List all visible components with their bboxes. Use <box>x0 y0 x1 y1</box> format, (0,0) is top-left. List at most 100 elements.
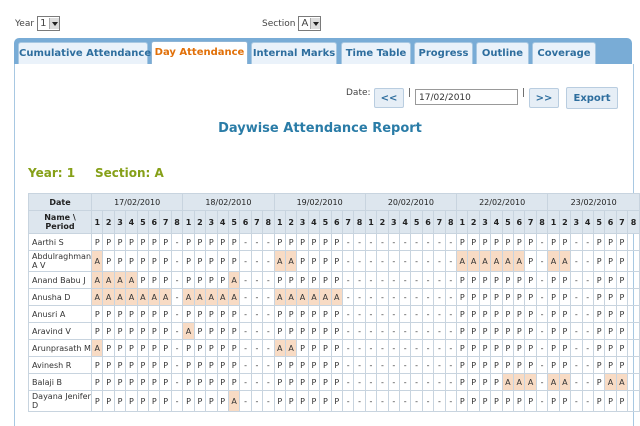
period-header: 2 <box>102 210 115 234</box>
attendance-cell: P <box>615 233 629 251</box>
attendance-cell: P <box>216 356 229 374</box>
attendance-cell: - <box>364 339 378 357</box>
attendance-cell: - <box>570 305 583 323</box>
attendance-cell: - <box>262 233 275 251</box>
attendance-cell: P <box>524 390 537 412</box>
attendance-cell: P <box>193 339 207 357</box>
attendance-cell: P <box>592 233 606 251</box>
attendance-cell: - <box>250 390 264 412</box>
attendance-cell: P <box>91 356 104 374</box>
attendance-cell: P <box>330 356 343 374</box>
year-select[interactable]: 1 <box>37 16 61 31</box>
attendance-cell: P <box>159 233 172 251</box>
attendance-cell: P <box>558 233 572 251</box>
attendance-cell: - <box>433 322 446 340</box>
attendance-cell: P <box>615 339 629 357</box>
attendance-cell: P <box>216 339 229 357</box>
attendance-cell: P <box>284 271 298 289</box>
period-header: 4 <box>398 210 412 234</box>
attendance-cell: - <box>376 288 389 306</box>
attendance-cell: - <box>387 322 401 340</box>
attendance-cell: - <box>570 390 583 412</box>
attendance-cell: - <box>387 356 401 374</box>
attendance-cell: - <box>410 390 423 412</box>
absent-cell: A <box>193 288 207 306</box>
attendance-cell: - <box>410 373 423 391</box>
tab-cumulative-attendance[interactable]: Cumulative Attendance <box>18 42 151 64</box>
attendance-cell: P <box>615 288 629 306</box>
tab-progress[interactable]: Progress <box>414 42 473 64</box>
attendance-cell: - <box>410 339 423 357</box>
attendance-cell <box>627 390 640 412</box>
attendance-cell: P <box>182 305 195 323</box>
attendance-cell: P <box>136 390 150 412</box>
attendance-cell: P <box>513 233 526 251</box>
attendance-cell: P <box>102 390 115 412</box>
attendance-cell: P <box>478 288 492 306</box>
attendance-cell: - <box>250 322 264 340</box>
attendance-cell: P <box>91 233 104 251</box>
date-label: Date: <box>346 88 371 98</box>
attendance-cell: - <box>239 288 252 306</box>
attendance-cell: P <box>592 322 606 340</box>
tab-time-table[interactable]: Time Table <box>341 42 411 64</box>
tab-day-attendance[interactable]: Day Attendance <box>151 41 248 65</box>
attendance-cell: - <box>353 356 366 374</box>
absent-cell: A <box>227 288 241 306</box>
date-column-header: 23/02/2010 <box>547 193 640 211</box>
absent-cell: A <box>558 250 572 272</box>
attendance-cell: P <box>490 288 503 306</box>
attendance-cell: - <box>376 233 389 251</box>
attendance-cell: - <box>421 288 435 306</box>
attendance-cell: P <box>456 233 469 251</box>
attendance-cell: P <box>125 373 138 391</box>
attendance-cell: - <box>364 356 378 374</box>
absent-cell: A <box>182 322 195 340</box>
period-header: 7 <box>159 210 172 234</box>
period-header: 3 <box>570 210 583 234</box>
attendance-cell: - <box>239 233 252 251</box>
attendance-cell: P <box>490 322 503 340</box>
attendance-cell: P <box>490 390 503 412</box>
attendance-cell: - <box>170 322 184 340</box>
attendance-cell: P <box>478 233 492 251</box>
attendance-cell: - <box>262 339 275 357</box>
attendance-cell: - <box>433 233 446 251</box>
attendance-cell: P <box>102 373 115 391</box>
next-date-button[interactable]: >> <box>529 88 559 108</box>
tab-internal-marks[interactable]: Internal Marks <box>251 42 337 64</box>
attendance-cell: P <box>490 233 503 251</box>
table-row: Dayana Jenifer DPPPPPPP-PPPPA---PPPPPP--… <box>27 390 640 412</box>
attendance-cell: P <box>307 356 321 374</box>
attendance-cell: - <box>376 356 389 374</box>
attendance-cell: P <box>216 322 229 340</box>
prev-date-button[interactable]: << <box>374 88 404 108</box>
tab-coverage[interactable]: Coverage <box>532 42 596 64</box>
attendance-cell: - <box>570 233 583 251</box>
attendance-cell: P <box>307 322 321 340</box>
attendance-table: Date 17/02/2010 18/02/2010 19/02/2010 20/02… <box>27 193 640 412</box>
date-input[interactable]: 17/02/2010 <box>415 89 518 105</box>
absent-cell: A <box>91 250 104 272</box>
attendance-cell: - <box>444 322 458 340</box>
attendance-cell: - <box>170 271 184 289</box>
attendance-cell: - <box>535 356 549 374</box>
year-label: Year <box>15 18 35 29</box>
export-button[interactable]: Export <box>566 87 618 109</box>
student-name: Anusri A <box>27 305 93 323</box>
tab-outline[interactable]: Outline <box>476 42 529 64</box>
attendance-cell: P <box>159 322 172 340</box>
attendance-cell: P <box>296 250 309 272</box>
attendance-cell: - <box>535 271 549 289</box>
attendance-cell: P <box>159 271 172 289</box>
attendance-cell: P <box>148 305 161 323</box>
attendance-cell: - <box>410 288 423 306</box>
attendance-cell: - <box>353 322 366 340</box>
attendance-cell: P <box>478 373 492 391</box>
attendance-cell: - <box>353 271 366 289</box>
attendance-cell: P <box>558 288 572 306</box>
attendance-cell: - <box>570 288 583 306</box>
period-header: 2 <box>376 210 389 234</box>
attendance-cell: P <box>227 250 241 272</box>
section-select[interactable]: A <box>298 16 322 31</box>
